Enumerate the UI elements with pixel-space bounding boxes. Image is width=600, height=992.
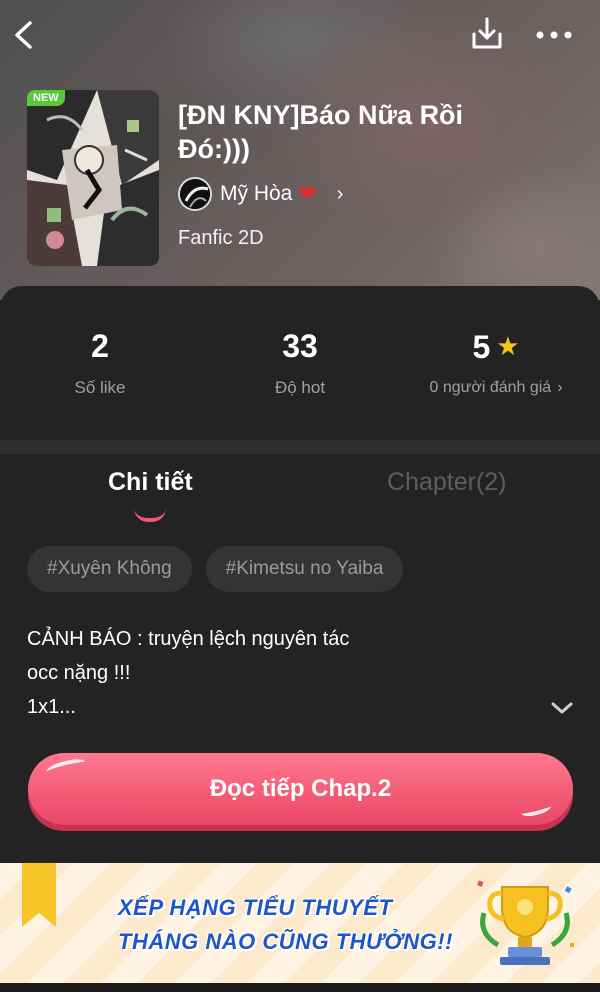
download-button[interactable] xyxy=(470,16,504,52)
rating-stat[interactable]: 5 ★ 0 người đánh giá › xyxy=(396,326,596,397)
back-button[interactable] xyxy=(10,18,40,52)
tab-bar: Chi tiết Chapter(2) xyxy=(0,468,600,528)
rating-label: 0 người đánh giá xyxy=(429,379,552,396)
rating-value-row: 5 ★ xyxy=(396,326,596,367)
stats-row: 2 Số like 33 Độ hot 5 ★ 0 người đánh giá › xyxy=(0,326,600,436)
bottom-edge xyxy=(0,983,600,992)
rating-count-row: 0 người đánh giá › xyxy=(396,379,596,397)
description-line: CẢNH BÁO : truyện lệch nguyên tác xyxy=(27,628,350,650)
star-icon: ★ xyxy=(496,331,520,361)
section-divider xyxy=(0,440,600,454)
tag-chip[interactable]: #Kimetsu no Yaiba xyxy=(205,546,404,592)
rating-value: 5 xyxy=(472,329,491,365)
story-description: CẢNH BÁO : truyện lệch nguyên tác occ nặ… xyxy=(27,622,527,724)
shine-decoration xyxy=(45,756,87,778)
top-bar xyxy=(0,0,600,72)
tab-details[interactable]: Chi tiết xyxy=(108,468,193,497)
tab-chapters[interactable]: Chapter(2) xyxy=(387,468,507,497)
expand-description-button[interactable] xyxy=(548,698,576,718)
new-badge: NEW xyxy=(27,90,65,106)
ranking-banner[interactable]: XẾP HẠNG TIỂU THUYẾT THÁNG NÀO CŨNG THƯỞ… xyxy=(0,863,600,983)
more-options-button[interactable] xyxy=(534,24,574,46)
shine-decoration xyxy=(520,801,552,819)
chevron-down-icon xyxy=(551,702,573,714)
story-title: [ĐN KNY]Báo Nữa Rồi Đó:))) xyxy=(178,100,464,164)
heart-icon: ❤ xyxy=(298,181,317,206)
hot-stat: 33 Độ hot xyxy=(200,326,400,398)
trophy-icon xyxy=(477,880,574,965)
likes-value: 2 xyxy=(91,328,109,364)
bookmark-ribbon-icon xyxy=(22,863,56,927)
details-panel: 2 Số like 33 Độ hot 5 ★ 0 người đánh giá ›… xyxy=(0,286,600,863)
hot-label: Độ hot xyxy=(274,378,326,397)
download-icon xyxy=(472,17,502,49)
author-name: Mỹ Hòa xyxy=(220,182,293,205)
continue-reading-button[interactable]: Đọc tiếp Chap.2 xyxy=(28,753,573,825)
cover-art-image xyxy=(27,90,159,266)
description-line: 1x1... xyxy=(27,696,76,718)
likes-label: Số like xyxy=(74,378,126,397)
chevron-left-icon xyxy=(15,21,32,49)
likes-stat: 2 Số like xyxy=(0,326,200,398)
story-category: Fanfic 2D xyxy=(178,227,264,249)
hot-value: 33 xyxy=(282,328,318,364)
author-link[interactable]: Mỹ Hòa ❤ › xyxy=(178,176,343,212)
banner-subheadline: THÁNG NÀO CŨNG THƯỞNG!! xyxy=(118,929,453,954)
story-cover[interactable]: NEW xyxy=(27,90,159,266)
tag-list: #Xuyên Không #Kimetsu no Yaiba xyxy=(27,546,404,592)
avatar xyxy=(178,177,212,211)
description-line: occ nặng !!! xyxy=(27,662,131,684)
more-dots-icon xyxy=(536,31,572,39)
tag-chip[interactable]: #Xuyên Không xyxy=(27,546,192,592)
chevron-right-icon: › xyxy=(557,379,563,396)
chevron-right-icon: › xyxy=(336,182,344,205)
continue-reading-label: Đọc tiếp Chap.2 xyxy=(209,775,392,802)
banner-headline: XẾP HẠNG TIỂU THUYẾT xyxy=(118,895,393,920)
